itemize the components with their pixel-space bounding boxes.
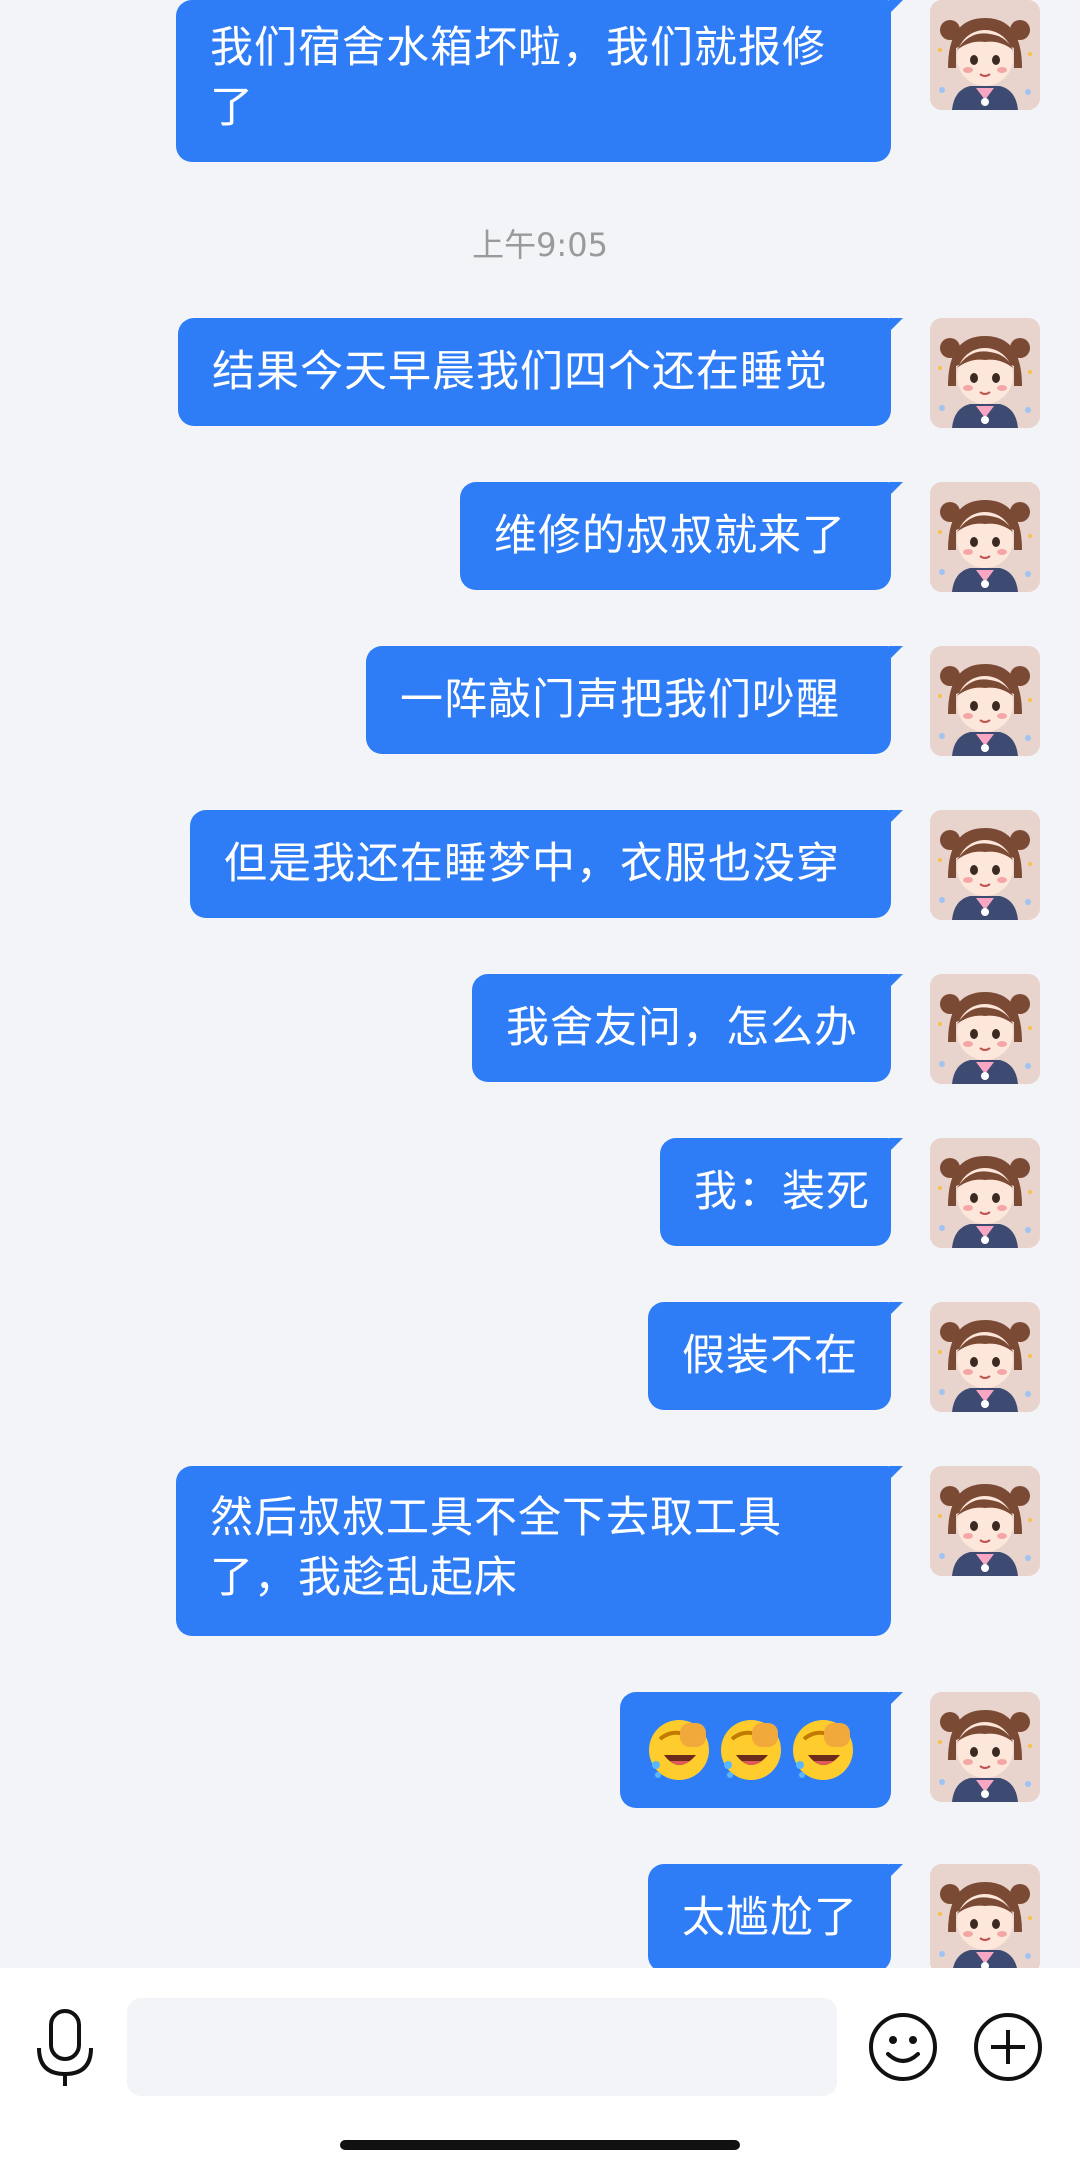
avatar[interactable]: [930, 482, 1040, 592]
chat-area[interactable]: 我们宿舍水箱坏啦，我们就报修了 上午9:05 结果今天早晨我们四个还在睡觉 维修…: [0, 0, 1080, 1968]
input-bar: [0, 1968, 1080, 2169]
message-text: 我舍友问，怎么办: [506, 1003, 858, 1053]
avatar[interactable]: [930, 1864, 1040, 1968]
message-bubble[interactable]: 但是我还在睡梦中，衣服也没穿: [190, 810, 903, 918]
message-bubble[interactable]: 维修的叔叔就来了: [460, 482, 903, 590]
microphone-icon[interactable]: [34, 2008, 96, 2088]
avatar[interactable]: [930, 810, 1040, 920]
avatar-image: [930, 1466, 1040, 1576]
timestamp: 上午9:05: [472, 226, 608, 264]
avatar-image: [930, 1138, 1040, 1248]
avatar[interactable]: [930, 1466, 1040, 1576]
avatar[interactable]: [930, 646, 1040, 756]
message-text: 一阵敲门声把我们吵醒: [400, 675, 840, 725]
avatar[interactable]: [930, 1302, 1040, 1412]
message-text: 然后叔叔工具不全下去取工具了，我趁乱起床: [210, 1493, 782, 1603]
emoji-message-bubble[interactable]: [620, 1692, 903, 1808]
avatar-image: [930, 1692, 1040, 1802]
home-indicator: [340, 2140, 740, 2150]
avatar-image: [930, 482, 1040, 592]
facepalm-laugh-emoji: [649, 1720, 709, 1780]
message-bubble[interactable]: 太尴尬了: [648, 1864, 903, 1968]
message-bubble[interactable]: 我：装死: [660, 1138, 903, 1246]
avatar[interactable]: [930, 318, 1040, 428]
message-bubble[interactable]: 我们宿舍水箱坏啦，我们就报修了: [176, 0, 903, 162]
message-text: 维修的叔叔就来了: [494, 511, 846, 561]
avatar[interactable]: [930, 974, 1040, 1084]
facepalm-laugh-emoji: [793, 1720, 853, 1780]
avatar[interactable]: [930, 1138, 1040, 1248]
message-text: 我：装死: [694, 1167, 870, 1217]
plus-circle-icon[interactable]: [973, 2012, 1043, 2082]
avatar-image: [930, 974, 1040, 1084]
avatar-image: [930, 318, 1040, 428]
message-text: 结果今天早晨我们四个还在睡觉: [212, 347, 828, 397]
message-bubble[interactable]: 然后叔叔工具不全下去取工具了，我趁乱起床: [176, 1466, 903, 1636]
avatar[interactable]: [930, 1692, 1040, 1802]
message-text: 假装不在: [682, 1331, 858, 1381]
message-text: 但是我还在睡梦中，衣服也没穿: [224, 839, 840, 889]
message-bubble[interactable]: 假装不在: [648, 1302, 903, 1410]
message-text: 太尴尬了: [682, 1893, 858, 1943]
message-bubble[interactable]: 我舍友问，怎么办: [472, 974, 903, 1082]
message-text: 我们宿舍水箱坏啦，我们就报修了: [210, 23, 826, 133]
avatar-image: [930, 810, 1040, 920]
avatar-image: [930, 0, 1040, 110]
message-input[interactable]: [127, 1998, 837, 2096]
avatar-image: [930, 646, 1040, 756]
avatar-image: [930, 1302, 1040, 1412]
message-bubble[interactable]: 结果今天早晨我们四个还在睡觉: [178, 318, 903, 426]
smiley-icon[interactable]: [868, 2012, 938, 2082]
facepalm-laugh-emoji: [721, 1720, 781, 1780]
avatar-image: [930, 1864, 1040, 1968]
message-bubble[interactable]: 一阵敲门声把我们吵醒: [366, 646, 903, 754]
avatar[interactable]: [930, 0, 1040, 110]
